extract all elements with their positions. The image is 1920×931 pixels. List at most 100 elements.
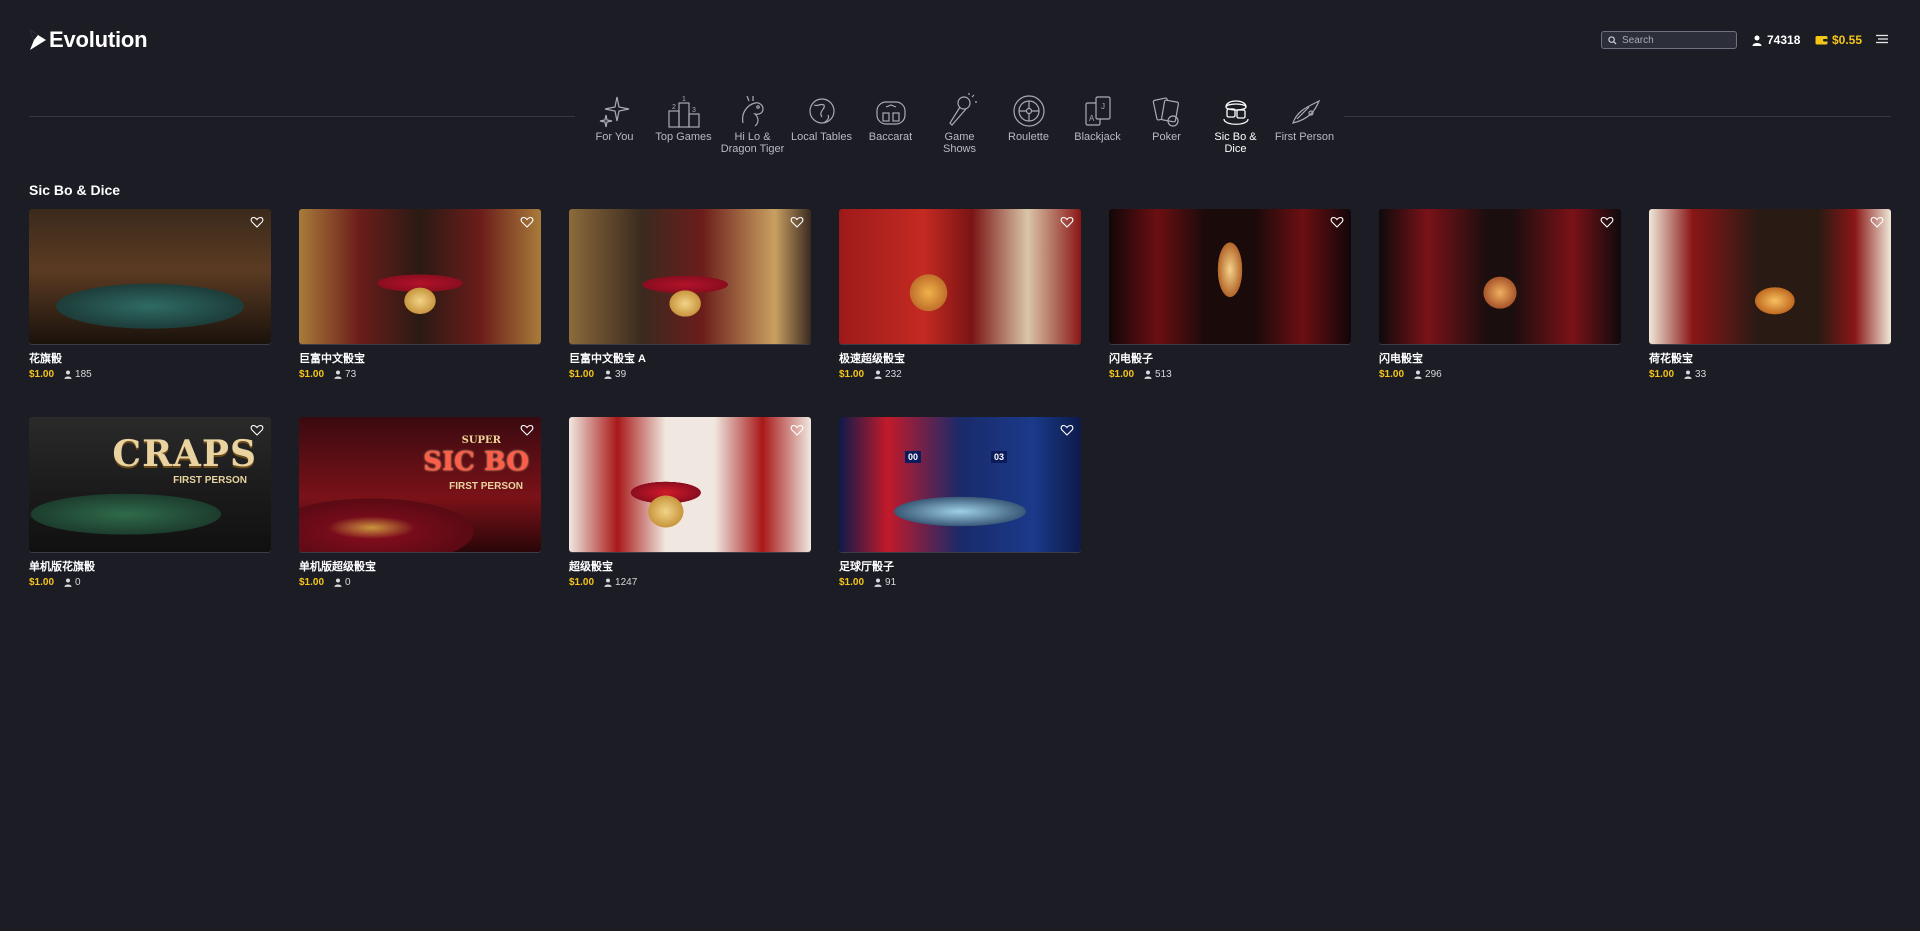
game-card[interactable]: 超级骰宝 $1.00 1247 xyxy=(569,417,811,625)
game-card[interactable]: CRAPS FIRST PERSON 单机版花旗骰 $1.00 0 xyxy=(29,417,271,625)
game-card[interactable]: 闪电骰宝 $1.00 296 xyxy=(1379,209,1621,417)
game-name[interactable]: 足球厅骰子 xyxy=(839,558,1081,574)
game-thumbnail[interactable] xyxy=(839,209,1081,344)
game-meta: $1.00 73 xyxy=(299,369,541,380)
game-thumbnail[interactable] xyxy=(1649,209,1891,344)
tab-top-games[interactable]: 1 2 3 Top Games xyxy=(649,93,718,155)
player-count: 39 xyxy=(604,369,626,380)
players-online-count: 74318 xyxy=(1767,33,1801,47)
tab-label: Hi Lo & Dragon Tiger xyxy=(720,131,785,155)
heart-icon[interactable] xyxy=(520,215,534,229)
tab-label: Poker xyxy=(1152,131,1181,143)
top-header: Evolution 74318 $0.55 xyxy=(0,0,1920,80)
game-thumbnail[interactable] xyxy=(1109,209,1351,344)
tab-for-you[interactable]: For You xyxy=(580,93,649,155)
player-count-value: 1247 xyxy=(615,577,638,588)
heart-icon[interactable] xyxy=(250,423,264,437)
sic-bo-super-label: SUPER xyxy=(461,435,501,446)
user-icon xyxy=(1414,370,1422,379)
game-card[interactable]: SUPER SIC BO FIRST PERSON 单机版超级骰宝 $1.00 … xyxy=(299,417,541,625)
game-card[interactable]: 极速超级骰宝 $1.00 232 xyxy=(839,209,1081,417)
game-thumbnail[interactable] xyxy=(569,417,811,552)
min-bet: $1.00 xyxy=(569,577,595,588)
tab-roulette[interactable]: Roulette xyxy=(994,93,1063,155)
game-meta: $1.00 513 xyxy=(1109,369,1351,380)
game-name[interactable]: 巨富中文骰宝 A xyxy=(569,350,811,366)
svg-text:2: 2 xyxy=(672,104,676,111)
heart-icon[interactable] xyxy=(1870,215,1884,229)
game-thumbnail[interactable]: SUPER SIC BO FIRST PERSON xyxy=(299,417,541,552)
user-icon xyxy=(874,370,882,379)
min-bet: $1.00 xyxy=(299,369,325,380)
game-name[interactable]: 极速超级骰宝 xyxy=(839,350,1081,366)
heart-icon[interactable] xyxy=(1330,215,1344,229)
player-count: 73 xyxy=(334,369,356,380)
game-name[interactable]: 单机版花旗骰 xyxy=(29,558,271,574)
tab-local-tables[interactable]: Local Tables xyxy=(787,93,856,155)
heart-icon[interactable] xyxy=(790,215,804,229)
tab-poker[interactable]: Poker xyxy=(1132,93,1201,155)
heart-icon[interactable] xyxy=(1060,215,1074,229)
tab-blackjack[interactable]: A J Blackjack xyxy=(1063,93,1132,155)
game-name[interactable]: 闪电骰子 xyxy=(1109,350,1351,366)
min-bet: $1.00 xyxy=(1649,369,1675,380)
search-box[interactable] xyxy=(1601,31,1737,49)
heart-icon[interactable] xyxy=(790,423,804,437)
heart-icon[interactable] xyxy=(520,423,534,437)
game-name[interactable]: 花旗骰 xyxy=(29,350,271,366)
tab-game-shows[interactable]: Game Shows xyxy=(925,93,994,155)
tab-label: For You xyxy=(595,131,634,143)
game-name[interactable]: 巨富中文骰宝 xyxy=(299,350,541,366)
svg-text:1: 1 xyxy=(682,96,686,103)
tab-baccarat[interactable]: Baccarat xyxy=(856,93,925,155)
game-card[interactable]: 00 03 足球厅骰子 $1.00 91 xyxy=(839,417,1081,625)
tab-label: Game Shows xyxy=(942,131,977,155)
heart-icon[interactable] xyxy=(250,215,264,229)
game-name[interactable]: 单机版超级骰宝 xyxy=(299,558,541,574)
search-input[interactable] xyxy=(1622,34,1732,46)
globe-icon xyxy=(808,98,835,124)
tab-first-person[interactable]: First Person xyxy=(1270,93,1339,155)
sic-bo-art-title: SIC BO xyxy=(423,447,529,477)
game-meta: $1.00 91 xyxy=(839,577,1081,588)
svg-text:A: A xyxy=(1089,114,1095,123)
game-name[interactable]: 闪电骰宝 xyxy=(1379,350,1621,366)
min-bet: $1.00 xyxy=(1109,369,1135,380)
player-count-value: 33 xyxy=(1695,369,1707,380)
game-meta: $1.00 0 xyxy=(299,577,541,588)
game-meta: $1.00 296 xyxy=(1379,369,1621,380)
game-card[interactable]: 巨富中文骰宝 $1.00 73 xyxy=(299,209,541,417)
sparkles-icon xyxy=(599,96,629,128)
svg-text:3: 3 xyxy=(692,107,696,114)
game-name[interactable]: 荷花骰宝 xyxy=(1649,350,1891,366)
game-thumbnail[interactable] xyxy=(569,209,811,344)
game-meta: $1.00 232 xyxy=(839,369,1081,380)
player-count: 91 xyxy=(874,577,896,588)
player-count-value: 0 xyxy=(345,577,351,588)
tab-label: Sic Bo & Dice xyxy=(1214,131,1257,155)
heart-icon[interactable] xyxy=(1600,215,1614,229)
game-name[interactable]: 超级骰宝 xyxy=(569,558,811,574)
game-card[interactable]: 花旗骰 $1.00 185 xyxy=(29,209,271,417)
game-card[interactable]: 闪电骰子 $1.00 513 xyxy=(1109,209,1351,417)
menu-icon[interactable] xyxy=(1876,34,1888,44)
tab-sic-bo-dice[interactable]: Sic Bo & Dice xyxy=(1201,93,1270,155)
game-thumbnail[interactable] xyxy=(1379,209,1621,344)
game-card[interactable]: 荷花骰宝 $1.00 33 xyxy=(1649,209,1891,417)
balance-amount: $0.55 xyxy=(1832,33,1863,47)
heart-icon[interactable] xyxy=(1060,423,1074,437)
game-meta: $1.00 39 xyxy=(569,369,811,380)
game-thumbnail[interactable]: CRAPS FIRST PERSON xyxy=(29,417,271,552)
game-thumbnail[interactable] xyxy=(29,209,271,344)
evolution-logo-icon xyxy=(30,30,46,50)
game-card[interactable]: 巨富中文骰宝 A $1.00 39 xyxy=(569,209,811,417)
game-thumbnail[interactable] xyxy=(299,209,541,344)
evolution-logo[interactable]: Evolution xyxy=(29,26,148,54)
game-thumbnail[interactable]: 00 03 xyxy=(839,417,1081,552)
player-count: 1247 xyxy=(604,577,637,588)
tab-hi-lo-dragon-tiger[interactable]: Hi Lo & Dragon Tiger xyxy=(718,93,787,155)
tab-label: First Person xyxy=(1274,131,1335,143)
balance[interactable]: $0.55 xyxy=(1815,33,1862,47)
player-count: 185 xyxy=(64,369,92,380)
player-count-value: 73 xyxy=(345,369,357,380)
